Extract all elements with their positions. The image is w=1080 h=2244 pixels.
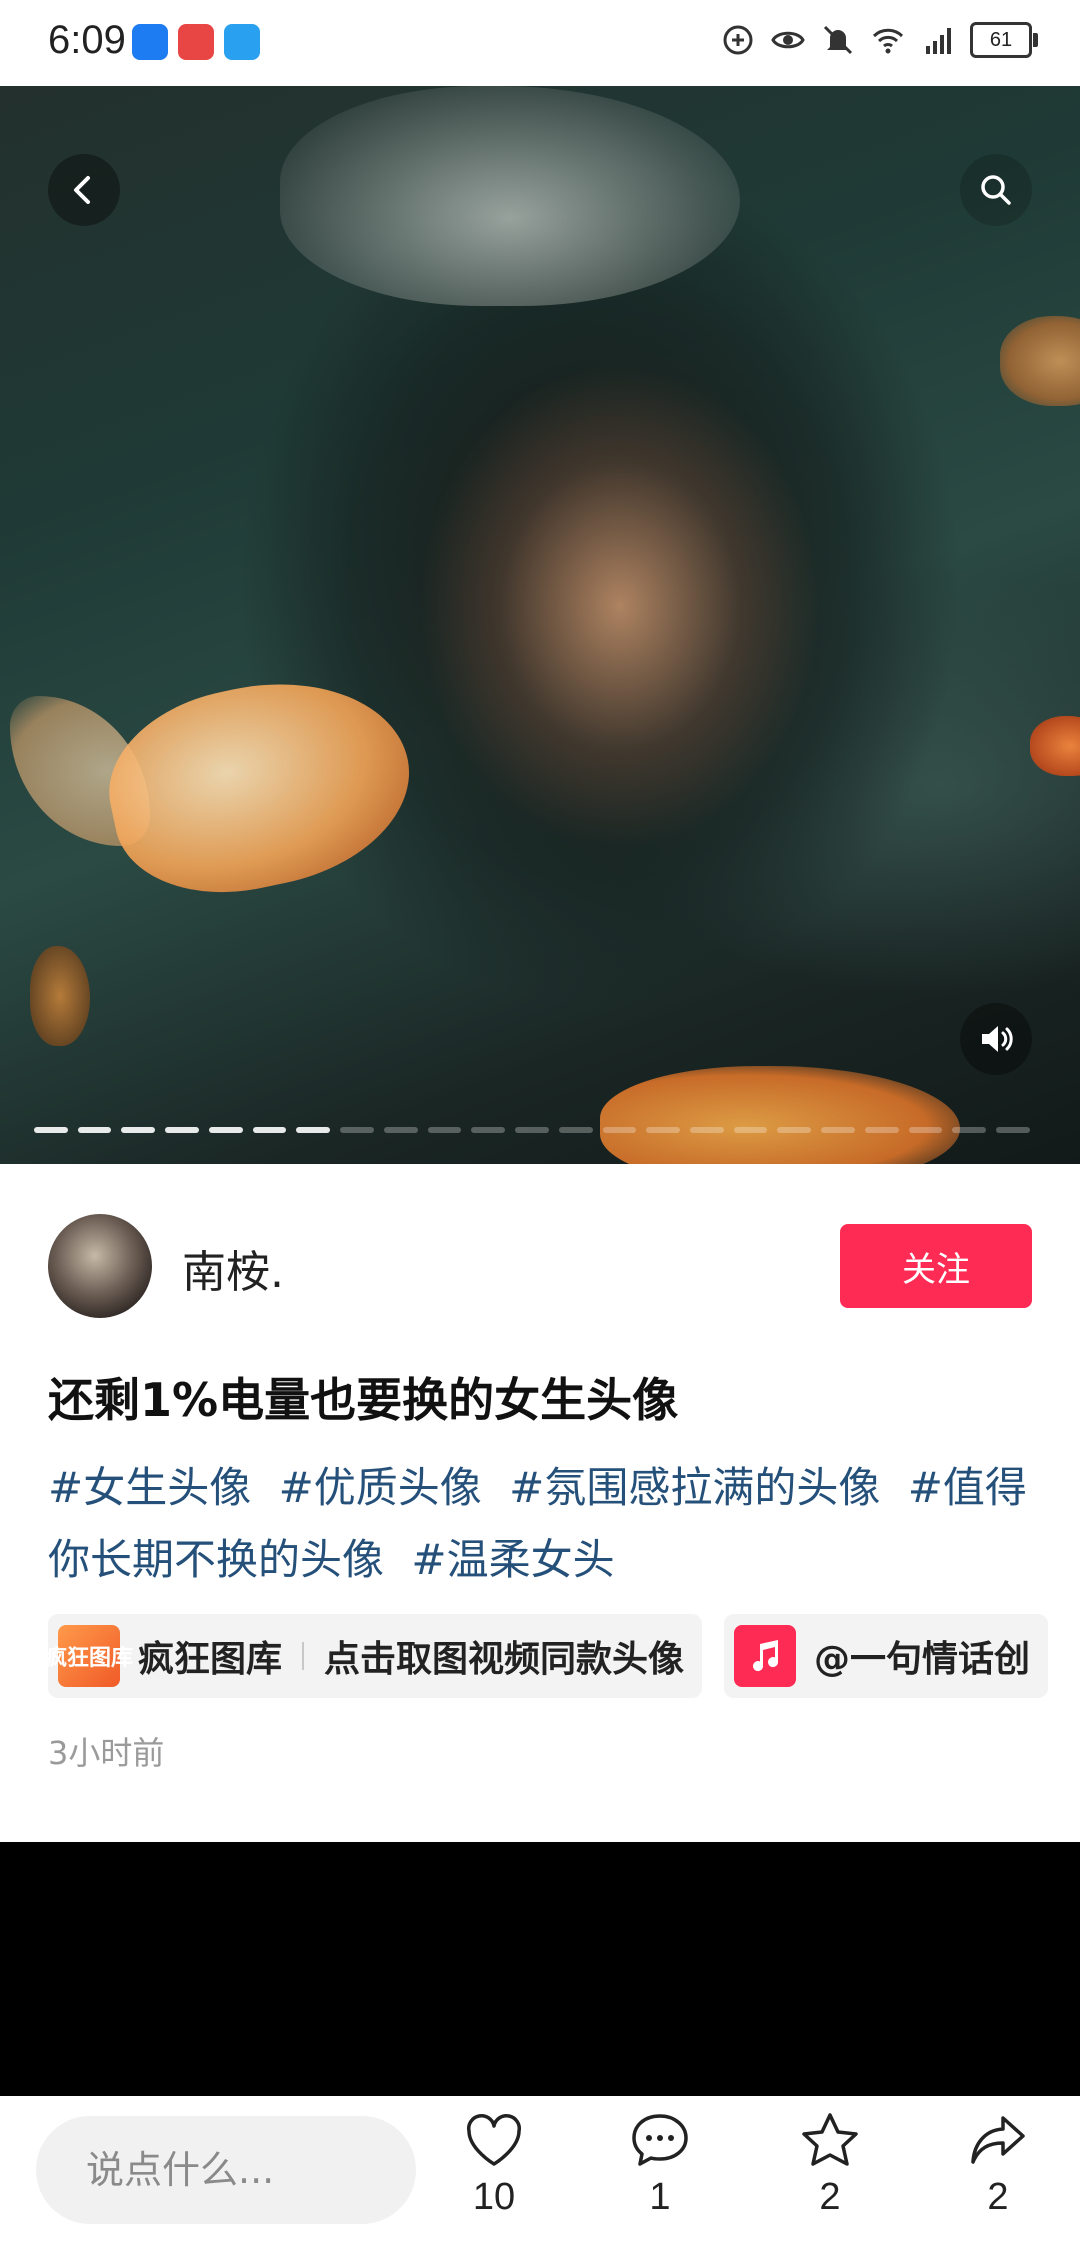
pager-dot xyxy=(77,1127,112,1133)
data-saver-icon xyxy=(723,25,753,55)
author-name[interactable]: 南桉. xyxy=(182,1236,284,1300)
black-panel xyxy=(0,1842,1080,2096)
music-note-icon xyxy=(734,1625,797,1687)
pager-dot xyxy=(34,1127,68,1133)
pager-dot xyxy=(733,1127,768,1133)
share-button[interactable]: 2 xyxy=(938,2110,1058,2230)
post-tags: #女生头像 #优质头像 #氛围感拉满的头像 #值得你长期不换的头像 #温柔女头 xyxy=(48,1452,1038,1596)
share-icon xyxy=(971,2116,1025,2164)
volume-icon xyxy=(982,1026,1013,1052)
fish-shape xyxy=(92,656,428,916)
post-image[interactable] xyxy=(0,86,1080,1164)
gallery-chip[interactable]: 疯狂图库 疯狂图库 点击取图视频同款头像 xyxy=(48,1614,703,1698)
pager-dot xyxy=(952,1127,987,1133)
hashtag-link[interactable]: #温柔女头 xyxy=(411,1535,614,1584)
author-row: 南桉. 关注 xyxy=(48,1214,1032,1318)
volume-button[interactable] xyxy=(960,1003,1032,1075)
share-count: 2 xyxy=(987,2176,1009,2218)
cellular-4g-icon xyxy=(926,28,951,54)
pager-dot xyxy=(252,1127,287,1133)
pager-dot xyxy=(602,1127,637,1133)
fish-shape xyxy=(280,86,740,306)
back-button[interactable] xyxy=(48,154,120,226)
comment-input[interactable] xyxy=(36,2116,416,2224)
comment-button[interactable]: 1 xyxy=(600,2110,720,2230)
tips-app-icon xyxy=(132,24,168,60)
post-time: 3小时前 xyxy=(48,1734,165,1772)
bottom-action-bar: 10 1 2 2 xyxy=(0,2096,1080,2244)
fish-shape xyxy=(1030,716,1080,776)
pager-dot xyxy=(427,1127,462,1133)
post-chips: 疯狂图库 疯狂图库 点击取图视频同款头像 @一句情话创 xyxy=(48,1614,1080,1698)
search-button[interactable] xyxy=(960,154,1032,226)
star-icon xyxy=(802,2113,858,2166)
gallery-action: 点击取图视频同款头像 xyxy=(324,1639,685,1680)
comment-count: 1 xyxy=(649,2176,671,2218)
pager-dot xyxy=(777,1127,812,1133)
fish-shape xyxy=(1000,316,1080,406)
pager-dot xyxy=(690,1127,724,1133)
fish-shape xyxy=(30,946,90,1046)
wifi-icon xyxy=(872,28,904,54)
like-count: 10 xyxy=(472,2176,516,2218)
post-title: 还剩1%电量也要换的女生头像 xyxy=(48,1373,679,1427)
hashtag-link[interactable]: #优质头像 xyxy=(279,1463,482,1512)
search-icon xyxy=(981,175,1011,205)
mute-icon xyxy=(823,25,853,55)
hashtag-link[interactable]: #女生头像 xyxy=(48,1463,251,1512)
battery-icon: 61 xyxy=(970,22,1038,58)
pager-dot xyxy=(121,1127,156,1133)
weather-app-icon xyxy=(224,24,260,60)
like-button[interactable]: 10 xyxy=(434,2110,554,2230)
pager-dot xyxy=(208,1127,243,1133)
gallery-name: 疯狂图库 xyxy=(138,1639,283,1680)
status-indicators: 61 xyxy=(720,22,1038,58)
music-label: @一句情话创 xyxy=(814,1639,1031,1680)
image-pager-indicator xyxy=(34,1127,1030,1135)
pager-dot xyxy=(821,1127,855,1133)
pager-dot xyxy=(296,1127,331,1133)
heart-icon xyxy=(467,2114,521,2166)
eye-comfort-icon xyxy=(771,31,805,49)
status-time: 6:09 xyxy=(48,18,126,62)
pager-dot xyxy=(996,1127,1030,1133)
pager-dot xyxy=(383,1127,418,1133)
pager-dot xyxy=(558,1127,593,1133)
favorite-button[interactable]: 2 xyxy=(770,2110,890,2230)
pager-dot xyxy=(908,1127,943,1133)
favorite-count: 2 xyxy=(819,2176,841,2218)
pager-dot xyxy=(646,1127,681,1133)
gallery-app-icon: 疯狂图库 xyxy=(48,1625,133,1687)
music-chip[interactable]: @一句情话创 xyxy=(724,1614,1049,1698)
pager-dot xyxy=(515,1127,549,1133)
huawei-app-icon xyxy=(178,24,214,60)
pager-dot xyxy=(165,1127,199,1133)
pager-dot xyxy=(864,1127,899,1133)
fish-shape xyxy=(600,1066,960,1164)
chip-divider xyxy=(302,1642,305,1670)
back-icon xyxy=(74,176,90,204)
pager-dot xyxy=(340,1127,374,1133)
pager-dot xyxy=(471,1127,506,1133)
status-app-icons xyxy=(132,24,260,60)
hashtag-link[interactable]: #氛围感拉满的头像 xyxy=(509,1463,880,1512)
follow-button[interactable]: 关注 xyxy=(840,1224,1032,1308)
comment-icon xyxy=(632,2114,688,2166)
avatar[interactable] xyxy=(48,1214,152,1318)
status-bar: 6:09 61 xyxy=(0,0,1080,86)
